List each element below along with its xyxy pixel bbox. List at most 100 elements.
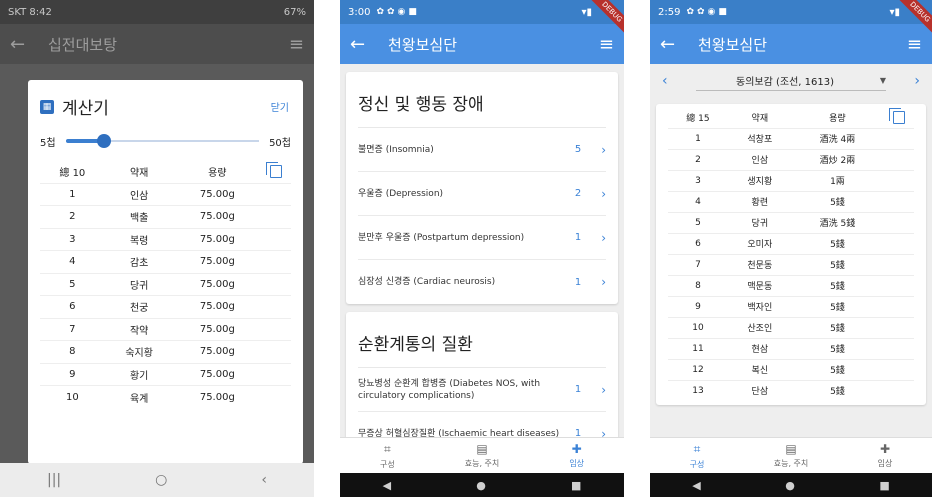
row-number: 9 (668, 295, 728, 317)
row-number: 7 (668, 253, 728, 275)
chevron-right-icon[interactable]: › (590, 275, 606, 289)
prev-source-chevron-icon[interactable]: ‹ (662, 73, 682, 89)
herb-name: 단삼 (727, 379, 792, 401)
source-selected-value: 동의보감 (조선, 1613) (736, 77, 834, 88)
status-bar: 2:59 ✿✿◉■ ▾▮ DEBUG (650, 0, 932, 38)
table-row: 10 산조인 5錢 (668, 316, 914, 338)
nav-label: 구성 (379, 459, 395, 469)
row-number: 6 (40, 295, 105, 318)
home-icon[interactable]: ● (785, 479, 795, 492)
slider-handle[interactable] (97, 134, 112, 148)
nav-item-book[interactable]: ▤ 효능, 주치 (435, 438, 530, 473)
nav-item-book[interactable]: ▤ 효능, 주치 (744, 438, 838, 473)
row-spacer (261, 340, 291, 363)
source-dropdown[interactable]: 동의보감 (조선, 1613) ▼ (696, 71, 886, 91)
list-item[interactable]: 분만후 우울증 (Postpartum depression) 1 › (358, 216, 606, 260)
medkit-icon: ✚ (879, 442, 891, 456)
back-arrow-icon[interactable]: ← (10, 34, 38, 55)
nav-item-formula[interactable]: ⌗ 구성 (650, 438, 744, 473)
row-number: 11 (668, 337, 728, 359)
recent-apps-icon[interactable]: ■ (879, 479, 889, 492)
row-number: 2 (668, 148, 728, 170)
home-icon[interactable]: ● (476, 479, 486, 492)
recent-apps-icon[interactable]: ||| (47, 472, 61, 488)
dialog-title: 계산기 (62, 99, 109, 119)
nav-label: 효능, 주치 (773, 459, 809, 468)
nav-item-medkit[interactable]: ✚ 임상 (529, 438, 624, 473)
home-icon[interactable]: ○ (155, 472, 167, 488)
recent-apps-icon[interactable]: ■ (571, 479, 581, 492)
slider-max-label: 50첩 (269, 137, 291, 149)
herb-dose: 75.00g (173, 362, 261, 386)
chevron-right-icon[interactable]: › (590, 143, 606, 157)
section-title: 순환계통의 질환 (358, 312, 606, 368)
app-bar: ← 천왕보심단 ≡ (340, 24, 624, 64)
row-spacer (261, 227, 291, 251)
herb-dose: 酒洗 5錢 (791, 211, 884, 233)
dose-slider-row: 5첩 50첩 (40, 131, 291, 151)
herb-header: 약재 (129, 168, 149, 180)
system-nav-bar: ◀ ● ■ (650, 473, 932, 497)
row-spacer (883, 127, 914, 149)
nav-label: 구성 (689, 459, 705, 469)
table-row: 2 백출 75.00g (40, 205, 291, 228)
formula-icon: ⌗ (383, 441, 391, 456)
back-nav-icon[interactable]: ◀ (383, 479, 391, 492)
row-spacer (261, 295, 291, 318)
list-item-count: 5 (574, 144, 582, 155)
list-item[interactable]: 불면증 (Insomnia) 5 › (358, 128, 606, 172)
herb-name: 오미자 (727, 232, 792, 254)
table-row: 3 생지황 1兩 (668, 169, 914, 191)
table-row: 1 석창포 酒洗 4兩 (668, 127, 914, 149)
herb-dose: 5錢 (791, 337, 884, 359)
dose-slider[interactable] (65, 131, 260, 151)
list-item-label: 우울증 (Depression) (358, 188, 444, 199)
nav-item-medkit[interactable]: ✚ 임상 (838, 438, 932, 473)
herb-dose: 酒洗 4兩 (791, 127, 884, 149)
dimmed-background: ▦ 계산기 닫기 5첩 50첩 總 10 약재 용량 1 인삼 75.00g 2… (0, 64, 314, 464)
row-number: 9 (40, 362, 105, 386)
status-time: SKT 8:42 (8, 6, 52, 18)
list-item[interactable]: 무증상 허혈심장질환 (Ischaemic heart diseases) 1 › (358, 412, 606, 438)
back-arrow-icon[interactable]: ← (660, 34, 688, 55)
menu-icon[interactable]: ≡ (599, 34, 614, 55)
nav-label: 효능, 주치 (464, 459, 500, 468)
row-spacer (883, 295, 914, 317)
list-item[interactable]: 심장성 신경증 (Cardiac neurosis) 1 › (358, 260, 606, 304)
chevron-right-icon[interactable]: › (590, 427, 606, 438)
list-item[interactable]: 우울증 (Depression) 2 › (358, 172, 606, 216)
back-nav-icon[interactable]: ‹ (261, 472, 267, 488)
row-spacer (261, 272, 291, 296)
close-button[interactable]: 닫기 (271, 99, 289, 114)
chevron-right-icon[interactable]: › (590, 383, 606, 397)
next-source-chevron-icon[interactable]: › (900, 73, 920, 89)
herb-name: 감초 (104, 250, 174, 273)
list-item[interactable]: 당뇨병성 순환계 합병증 (Diabetes NOS, with circula… (358, 368, 606, 412)
herb-dose: 75.00g (173, 295, 261, 318)
menu-icon[interactable]: ≡ (289, 34, 304, 55)
signal-icon: ▾▮ (581, 6, 592, 18)
row-number: 13 (668, 379, 728, 401)
back-arrow-icon[interactable]: ← (350, 34, 378, 55)
row-spacer (883, 274, 914, 296)
copy-icon[interactable] (888, 108, 905, 125)
phone-composition-screen: 2:59 ✿✿◉■ ▾▮ DEBUG ← 천왕보심단 ≡ ‹ 동의보감 (조선,… (650, 0, 932, 497)
herb-name: 현삼 (727, 337, 792, 359)
section-title: 정신 및 행동 장애 (358, 72, 606, 128)
row-spacer (883, 316, 914, 338)
herb-dose: 5錢 (791, 190, 884, 212)
row-spacer (261, 317, 291, 341)
herb-dose: 75.00g (173, 385, 261, 408)
chevron-right-icon[interactable]: › (590, 231, 606, 245)
chevron-right-icon[interactable]: › (590, 187, 606, 201)
herb-name: 육계 (104, 385, 174, 408)
nav-item-formula[interactable]: ⌗ 구성 (340, 438, 435, 473)
copy-icon[interactable] (266, 162, 282, 179)
back-nav-icon[interactable]: ◀ (692, 479, 700, 492)
table-row: 2 인삼 酒炒 2兩 (668, 148, 914, 170)
table-row: 11 현삼 5錢 (668, 337, 914, 359)
menu-icon[interactable]: ≡ (907, 34, 922, 55)
row-spacer (261, 362, 291, 386)
herb-name: 천궁 (104, 295, 174, 318)
nav-label: 임상 (569, 459, 585, 468)
